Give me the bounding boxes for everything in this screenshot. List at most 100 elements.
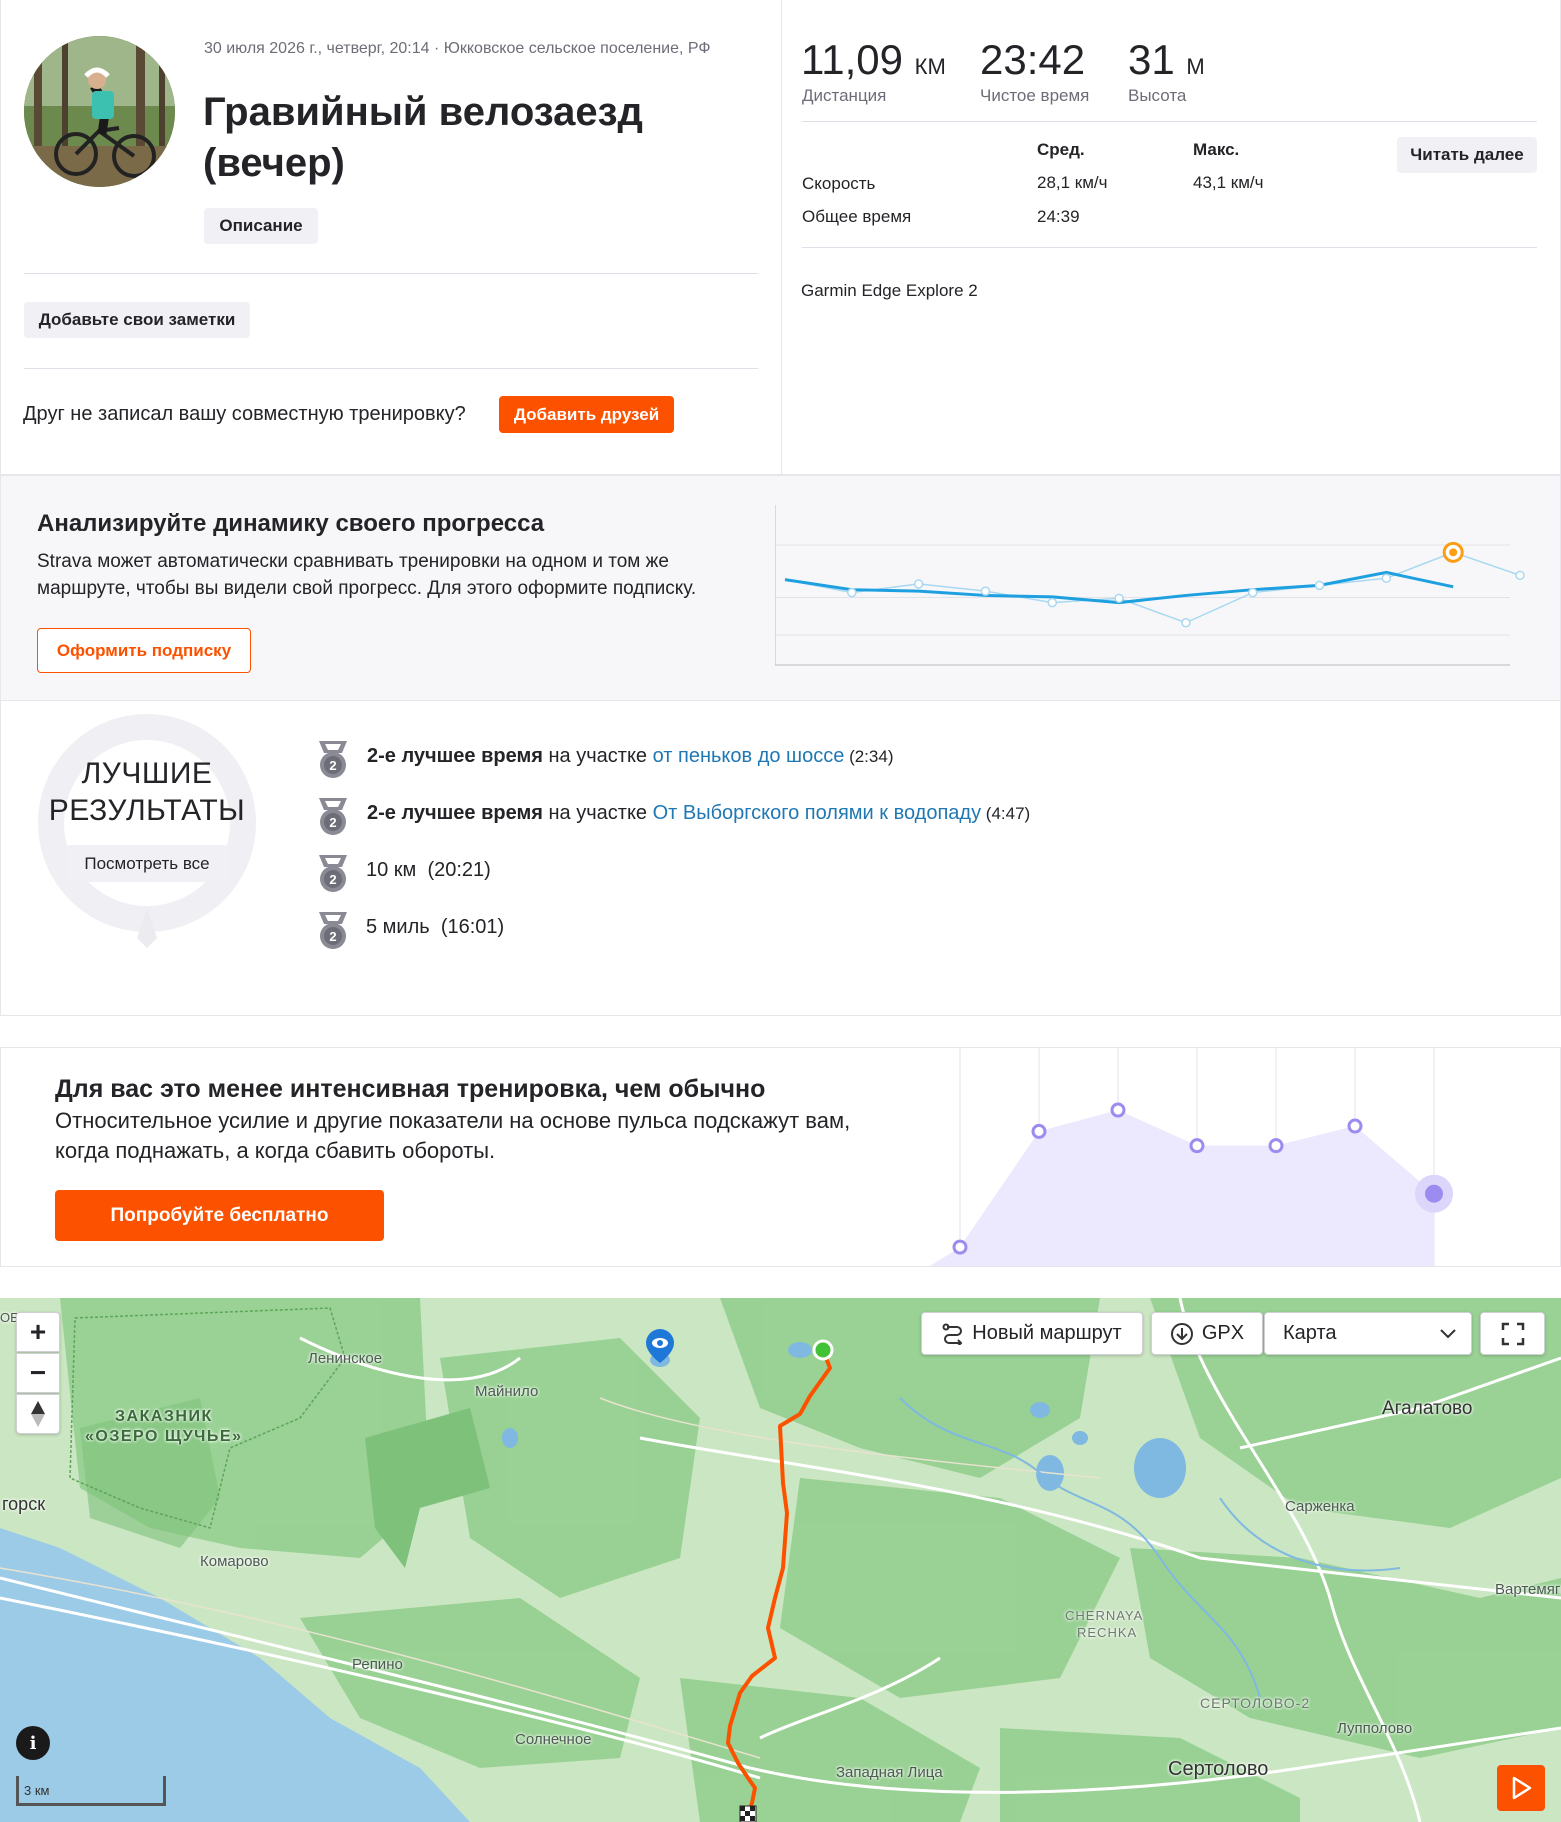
medal-rank: 2 bbox=[329, 872, 336, 887]
elapsed-label: Общее время bbox=[802, 207, 912, 226]
effort-middle-text: на участке bbox=[542, 745, 653, 767]
elevation-unit: м bbox=[1186, 54, 1205, 79]
progress-efforts-line bbox=[784, 551, 1521, 624]
route-finish-marker bbox=[739, 1805, 757, 1822]
zoom-in-button[interactable]: + bbox=[16, 1312, 60, 1352]
zoom-out-button[interactable]: − bbox=[16, 1353, 60, 1393]
divider bbox=[24, 273, 758, 274]
speed-max: 43,1 км/ч bbox=[1193, 173, 1264, 192]
medal-rank: 2 bbox=[329, 929, 336, 944]
add-notes-button[interactable]: Добавьте свои заметки bbox=[24, 302, 250, 338]
effort-time: (20:21) bbox=[427, 859, 491, 881]
progress-point bbox=[1381, 573, 1392, 583]
progress-point bbox=[1181, 618, 1191, 628]
speed-label: Скорость bbox=[802, 174, 876, 193]
map-place-label: Сертолово bbox=[1168, 1758, 1269, 1780]
effort-promo-title: Для вас это менее интенсивная тренировка… bbox=[55, 1075, 766, 1103]
read-more-button[interactable]: Читать далее bbox=[1397, 137, 1537, 173]
route-start-marker bbox=[812, 1339, 834, 1361]
effort-time: (4:47) bbox=[981, 804, 1031, 823]
try-free-button[interactable]: Попробуйте бесплатно bbox=[55, 1190, 384, 1241]
gpx-download-button[interactable]: GPX bbox=[1151, 1312, 1263, 1355]
avatar-photo bbox=[24, 36, 175, 187]
effort-point bbox=[1031, 1123, 1047, 1139]
distance-unit: км bbox=[914, 54, 946, 79]
effort-promo-text-2: когда поднажать, а когда сбавить обороты… bbox=[55, 1138, 496, 1163]
route-map[interactable]: Ленинское Майнило ЗАКАЗНИК «ОЗЕРО ЩУЧЬЕ»… bbox=[0, 1298, 1561, 1822]
col-avg-header: Сред. bbox=[1037, 140, 1085, 159]
map-place-label: горск bbox=[2, 1494, 46, 1514]
distance-number: 11,09 bbox=[801, 36, 903, 83]
download-icon bbox=[1170, 1322, 1193, 1345]
segment-link[interactable]: От Выборгского полями к водопаду bbox=[653, 802, 981, 824]
effort-chart bbox=[930, 1048, 1453, 1266]
segment-link[interactable]: от пеньков до шоссе bbox=[653, 745, 845, 767]
progress-point bbox=[1247, 587, 1258, 598]
subscribe-button[interactable]: Оформить подписку bbox=[37, 628, 251, 673]
medal-rank: 2 bbox=[329, 815, 336, 830]
effort-time: (2:34) bbox=[844, 747, 894, 766]
effort-rank-text: 2-е лучшее время bbox=[367, 745, 543, 767]
flyover-play-button[interactable] bbox=[1497, 1765, 1545, 1811]
effort-point bbox=[1347, 1118, 1363, 1134]
column-divider bbox=[781, 0, 782, 475]
activity-title-line2: (вечер) bbox=[203, 141, 345, 185]
progress-point bbox=[847, 587, 857, 598]
progress-point bbox=[1047, 597, 1058, 608]
map-place-label: Вартемяги bbox=[1495, 1581, 1561, 1598]
compass-button[interactable] bbox=[16, 1394, 60, 1434]
col-max-header: Макс. bbox=[1193, 140, 1240, 159]
effort-point bbox=[1189, 1138, 1205, 1154]
progress-promo-title: Анализируйте динамику своего прогресса bbox=[37, 510, 545, 537]
new-route-button[interactable]: Новый маршрут bbox=[921, 1312, 1143, 1355]
fullscreen-button[interactable] bbox=[1480, 1312, 1545, 1355]
effort-point bbox=[1268, 1138, 1284, 1154]
progress-chart bbox=[775, 505, 1525, 666]
effort-point bbox=[1110, 1102, 1126, 1118]
effort-area bbox=[930, 1110, 1434, 1266]
effort-highlight-point bbox=[1425, 1184, 1443, 1203]
progress-point bbox=[980, 586, 991, 596]
speed-avg: 28,1 км/ч bbox=[1037, 173, 1108, 192]
effort-name: 10 км bbox=[366, 859, 417, 881]
medal-icon: 2 bbox=[319, 855, 347, 892]
description-button[interactable]: Описание bbox=[204, 208, 318, 244]
effort-middle-text: на участке bbox=[542, 802, 653, 824]
map-place-label: Ленинское bbox=[308, 1350, 383, 1367]
chevron-down-icon bbox=[1440, 1328, 1456, 1338]
medal-icon: 2 bbox=[319, 741, 347, 778]
elevation-value: 31 м bbox=[1128, 36, 1205, 84]
progress-promo-text-1: Strava может автоматически сравнивать тр… bbox=[37, 551, 669, 572]
map-place-label: Репино bbox=[352, 1656, 403, 1673]
effort-rank-text: 2-е лучшее время bbox=[367, 802, 543, 824]
map-place-label: «ОЗЕРО ЩУЧЬЕ» bbox=[85, 1428, 243, 1445]
best-effort-row: 2 2-е лучшее время на участке От Выборгс… bbox=[0, 795, 1100, 837]
fullscreen-icon bbox=[1501, 1322, 1524, 1345]
elevation-number: 31 bbox=[1128, 36, 1175, 83]
progress-point bbox=[1314, 580, 1325, 591]
medal-icon: 2 bbox=[319, 912, 347, 949]
divider bbox=[24, 368, 758, 369]
map-place-label: СЕРТОЛОВО-2 bbox=[1200, 1695, 1311, 1711]
map-place-label: Лупполово bbox=[1337, 1720, 1413, 1737]
best-effort-row: 2 10 км (20:21) bbox=[0, 852, 1100, 894]
best-effort-row: 2 5 миль (16:01) bbox=[0, 909, 1100, 951]
compass-icon bbox=[31, 1401, 45, 1427]
map-place-label: RECHKA bbox=[1077, 1625, 1138, 1640]
effort-point bbox=[952, 1239, 968, 1255]
divider bbox=[802, 247, 1537, 248]
moving-time-label: Чистое время bbox=[980, 86, 1090, 105]
progress-point bbox=[1114, 593, 1124, 604]
map-scale-label: 3 км bbox=[24, 1783, 50, 1798]
athlete-avatar[interactable] bbox=[24, 36, 175, 187]
map-info-button[interactable]: i bbox=[16, 1726, 50, 1760]
map-place-label: Западная Лица bbox=[836, 1764, 943, 1781]
activity-meta: 30 июля 2026 г., четверг, 20:14 · Юкковс… bbox=[204, 40, 711, 57]
medal-icon: 2 bbox=[319, 798, 347, 835]
map-type-select[interactable]: Карта bbox=[1264, 1312, 1472, 1355]
medal-rank: 2 bbox=[329, 758, 336, 773]
map-place-label: Солнечное bbox=[515, 1731, 592, 1748]
add-friends-button[interactable]: Добавить друзей bbox=[499, 396, 674, 433]
elevation-label: Высота bbox=[1128, 86, 1187, 105]
map-place-label: Майнило bbox=[475, 1383, 539, 1400]
